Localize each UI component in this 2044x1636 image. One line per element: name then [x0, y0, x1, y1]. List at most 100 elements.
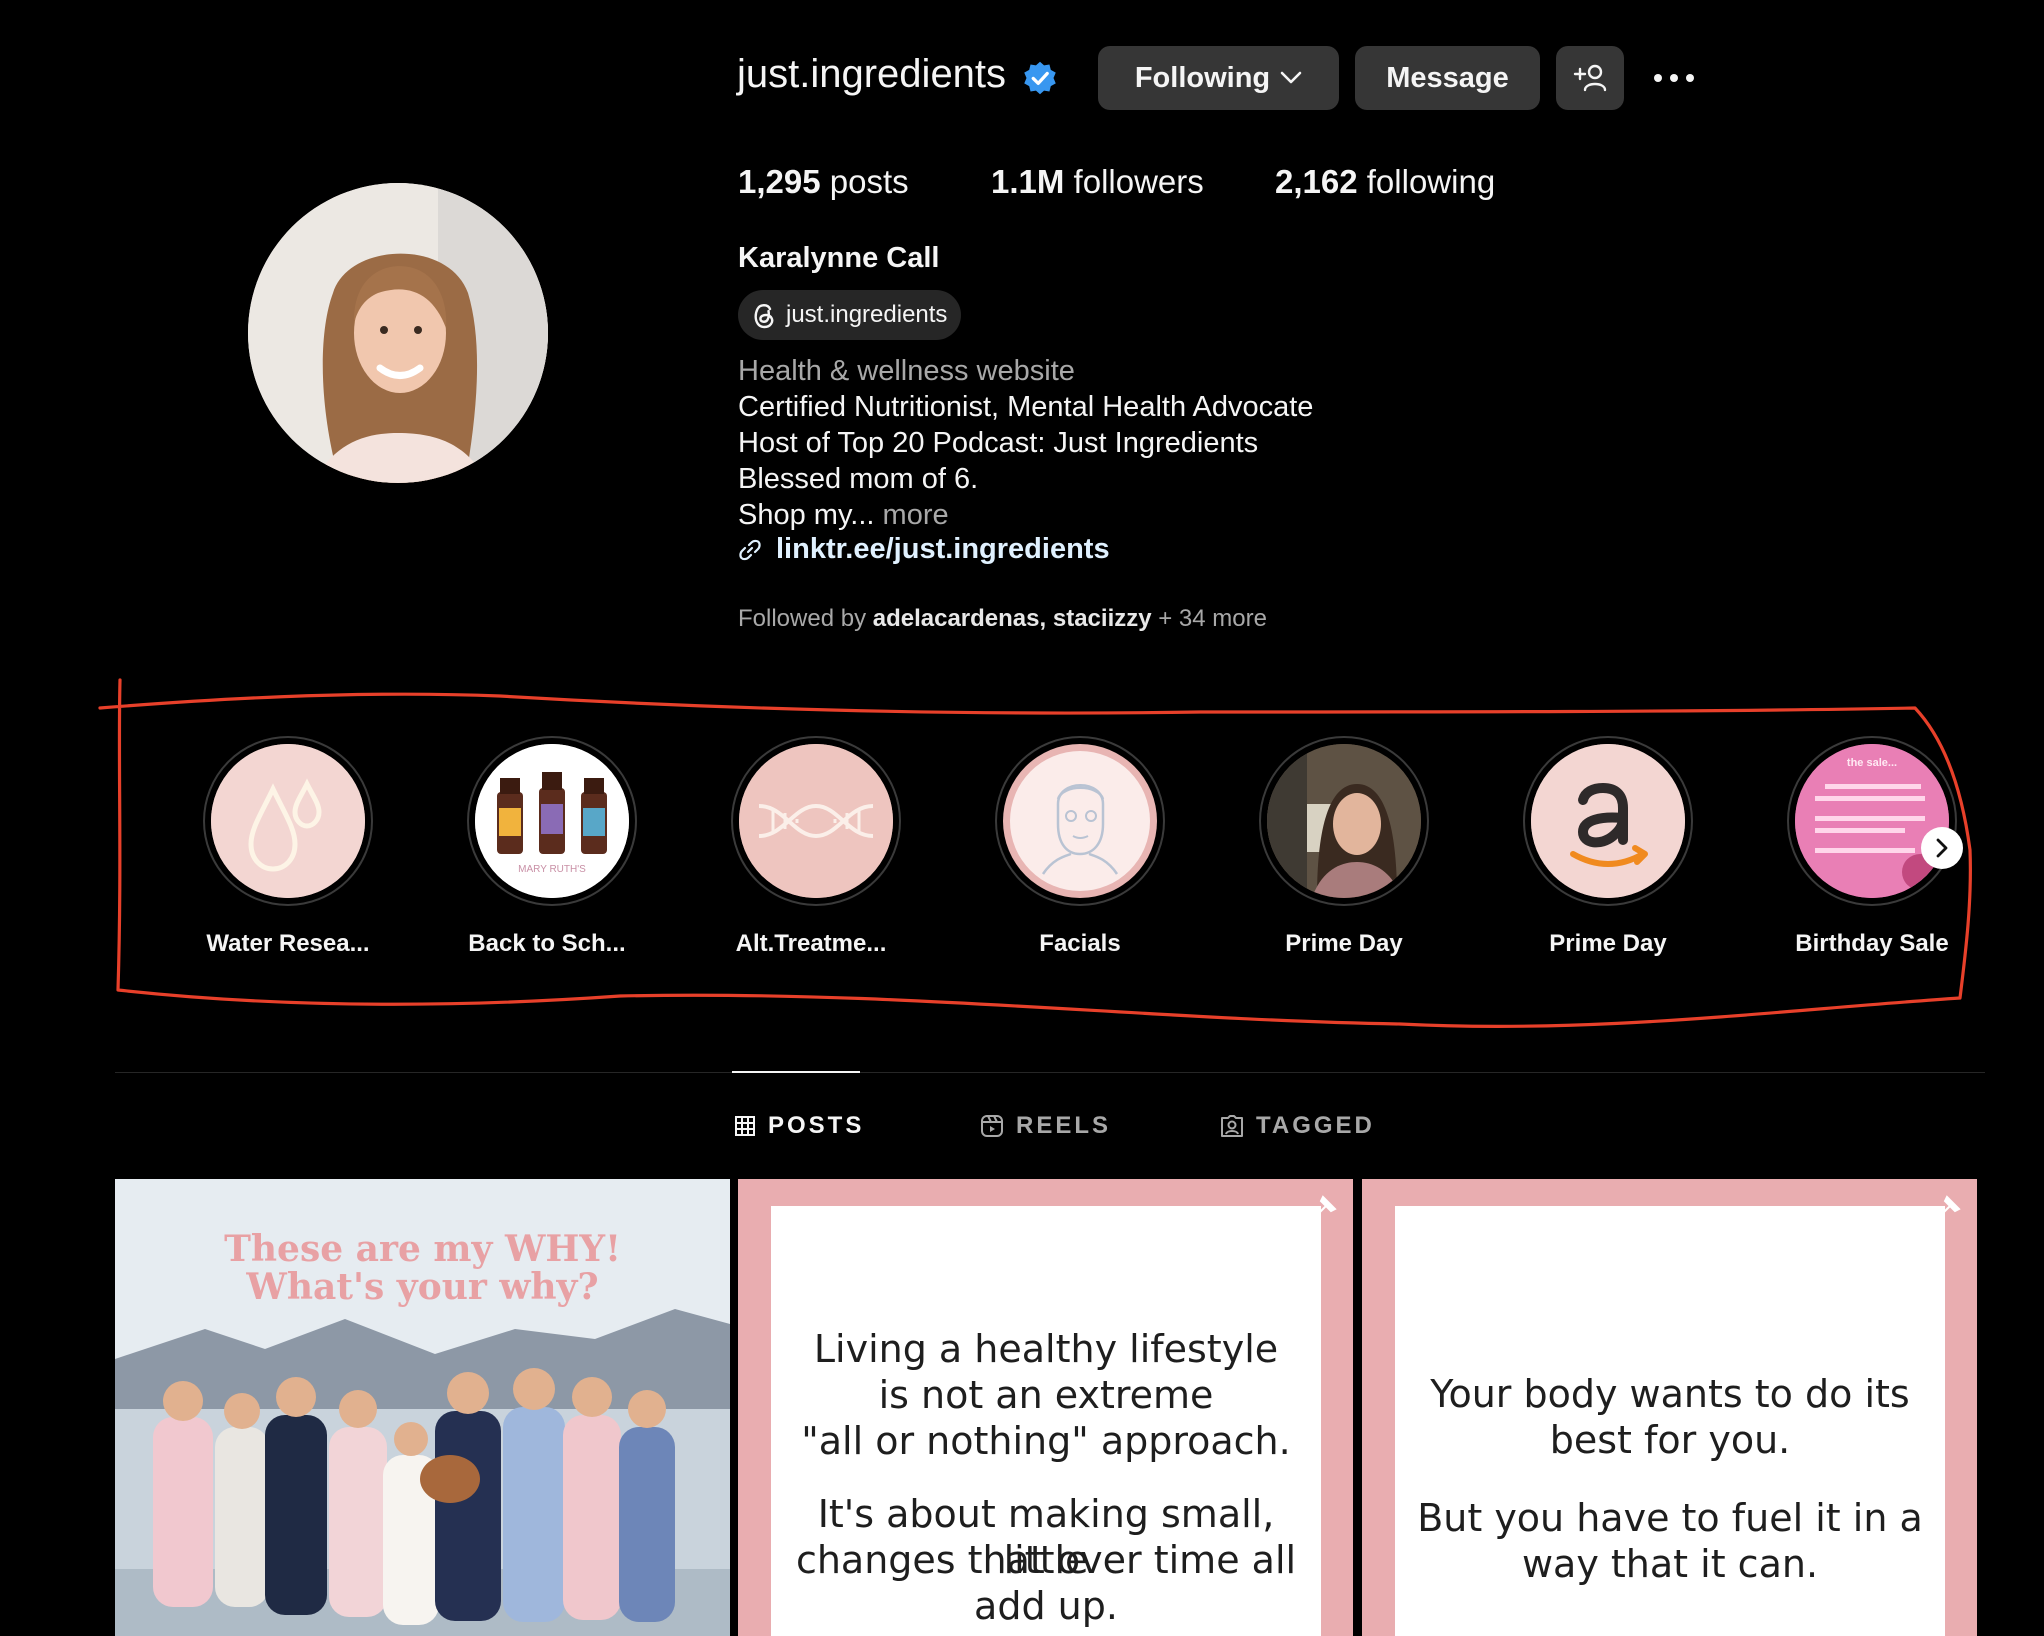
highlight-cover: the sale...: [1795, 744, 1949, 898]
following-button[interactable]: Following: [1098, 46, 1339, 110]
post-tile[interactable]: Your body wants to do its best for you. …: [1362, 1179, 1977, 1636]
active-tab-indicator: [732, 1071, 860, 1073]
tabs-divider: [115, 1072, 1985, 1073]
tagged-icon: [1221, 1115, 1243, 1137]
pin-icon: [1940, 1195, 1961, 1216]
tab-posts-label: POSTS: [768, 1112, 865, 1139]
followed-by-suffix: + 34 more: [1158, 605, 1267, 632]
sale-graphic-title: the sale...: [1847, 757, 1897, 769]
highlight-cover: [211, 744, 365, 898]
highlight-cover: [739, 744, 893, 898]
water-drops-icon: [211, 744, 365, 898]
following-stat-label: following: [1366, 163, 1496, 200]
highlight-label: Birthday Sale: [1795, 930, 1949, 957]
profile-avatar[interactable]: [248, 183, 548, 483]
add-user-icon: [1573, 64, 1607, 92]
tab-tagged[interactable]: TAGGED: [1220, 1112, 1375, 1140]
highlight-cover: [1531, 744, 1685, 898]
quote-line: Your body wants to do its: [1430, 1372, 1910, 1416]
highlight-cover: MARY RUTH'S: [475, 744, 629, 898]
more-options-icon[interactable]: [1650, 58, 1698, 98]
highlight-label: Prime Day: [1549, 930, 1667, 957]
bio-line: Host of Top 20 Podcast: Just Ingredients: [738, 427, 1259, 459]
quote-line: way that it can.: [1521, 1542, 1819, 1586]
quote-line: is not an extreme: [878, 1373, 1214, 1417]
person-photo-image: [1267, 744, 1421, 898]
highlight-label: Facials: [1039, 930, 1121, 957]
bio-truncated-line: Shop my... more: [738, 499, 949, 532]
tab-reels[interactable]: REELS: [980, 1112, 1111, 1140]
mutual-follower-1: adelacardenas: [872, 605, 1040, 632]
pin-icon: [1316, 1195, 1337, 1216]
bio-more-link[interactable]: more: [883, 499, 949, 531]
message-button[interactable]: Message: [1355, 46, 1540, 110]
highlight-back-to-school[interactable]: MARY RUTH'S: [467, 736, 637, 906]
highlight-cover: [1267, 744, 1421, 898]
bio-line: Blessed mom of 6.: [738, 463, 979, 495]
post-tile[interactable]: These are my WHY! What's your why?: [115, 1179, 730, 1636]
post-tile[interactable]: Living a healthy lifestyle is not an ext…: [738, 1179, 1353, 1636]
bottles-caption: MARY RUTH'S: [518, 864, 586, 875]
followers-count: 1.1M: [991, 163, 1065, 200]
highlight-label: Water Resea...: [206, 930, 370, 957]
amazon-logo-icon: [1531, 744, 1685, 898]
highlight-prime-day-1[interactable]: [1259, 736, 1429, 906]
highlight-facials[interactable]: [995, 736, 1165, 906]
followed-by-prefix: Followed by: [738, 605, 867, 632]
tab-tagged-label: TAGGED: [1256, 1112, 1375, 1139]
sale-graphic-image: the sale...: [1795, 744, 1949, 898]
quote-line: But you have to fuel it in a: [1417, 1496, 1923, 1540]
profile-username: just.ingredients: [737, 52, 1007, 96]
quote-card: Your body wants to do its best for you. …: [1395, 1206, 1945, 1636]
quote-line: add up.: [974, 1584, 1118, 1628]
highlight-label: Alt.Treatme...: [735, 930, 887, 957]
highlights-next-button[interactable]: [1921, 827, 1963, 869]
link-icon: [739, 539, 761, 560]
quote-line: Living a healthy lifestyle: [813, 1327, 1279, 1371]
avatar-photo: [248, 183, 548, 483]
posts-count: 1,295: [738, 163, 821, 200]
quote-line: "all or nothing" approach.: [801, 1419, 1291, 1463]
bio-truncated-text: Shop my...: [738, 499, 875, 531]
threads-icon: [754, 304, 774, 329]
following-label: Following: [1134, 61, 1271, 94]
threads-handle: just.ingredients: [786, 301, 948, 328]
bio-category: Health & wellness website: [738, 355, 1075, 387]
mutual-follower-2: staciizzy: [1052, 605, 1152, 632]
profile-full-name: Karalynne Call: [738, 242, 940, 274]
chevron-right-icon: [1936, 838, 1948, 858]
highlight-prime-day-2[interactable]: [1523, 736, 1693, 906]
verified-badge-icon: [1024, 61, 1056, 95]
tab-reels-label: REELS: [1016, 1112, 1112, 1139]
product-bottles-image: MARY RUTH'S: [475, 744, 629, 898]
quote-line: changes that over time all: [795, 1538, 1297, 1582]
message-label: Message: [1386, 61, 1509, 94]
following-stat[interactable]: 2,162 following: [1275, 163, 1495, 201]
post-title-line: What's your why?: [246, 1266, 599, 1308]
highlight-label: Prime Day: [1285, 930, 1403, 957]
highlight-alt-treatments[interactable]: [731, 736, 901, 906]
followers-label: followers: [1073, 163, 1204, 200]
dna-icon: [739, 744, 893, 898]
quote-line: best for you.: [1549, 1418, 1791, 1462]
posts-count-stat: 1,295 posts: [738, 163, 909, 201]
highlight-birthday-sale[interactable]: the sale...: [1787, 736, 1957, 906]
post-title-line: These are my WHY!: [224, 1228, 621, 1270]
chevron-down-icon: [1280, 71, 1302, 84]
reels-icon: [981, 1115, 1003, 1137]
highlight-water-research[interactable]: [203, 736, 373, 906]
bio-line: Certified Nutritionist, Mental Health Ad…: [738, 391, 1314, 423]
tab-posts[interactable]: POSTS: [734, 1112, 864, 1140]
face-mask-icon: [1010, 751, 1150, 891]
following-count: 2,162: [1275, 163, 1358, 200]
threads-badge[interactable]: just.ingredients: [738, 290, 962, 340]
quote-card: Living a healthy lifestyle is not an ext…: [771, 1206, 1321, 1636]
followed-by-text[interactable]: Followed by adelacardenas, staciizzy + 3…: [738, 605, 1267, 633]
highlight-cover: [1003, 744, 1157, 898]
bio-website-link[interactable]: linktr.ee/just.ingredients: [738, 533, 1110, 566]
mutual-follower-separator: ,: [1039, 605, 1047, 632]
posts-label: posts: [829, 163, 909, 200]
followers-stat[interactable]: 1.1M followers: [991, 163, 1204, 201]
bio-link-text: linktr.ee/just.ingredients: [776, 533, 1110, 565]
suggested-users-button[interactable]: [1556, 46, 1624, 110]
